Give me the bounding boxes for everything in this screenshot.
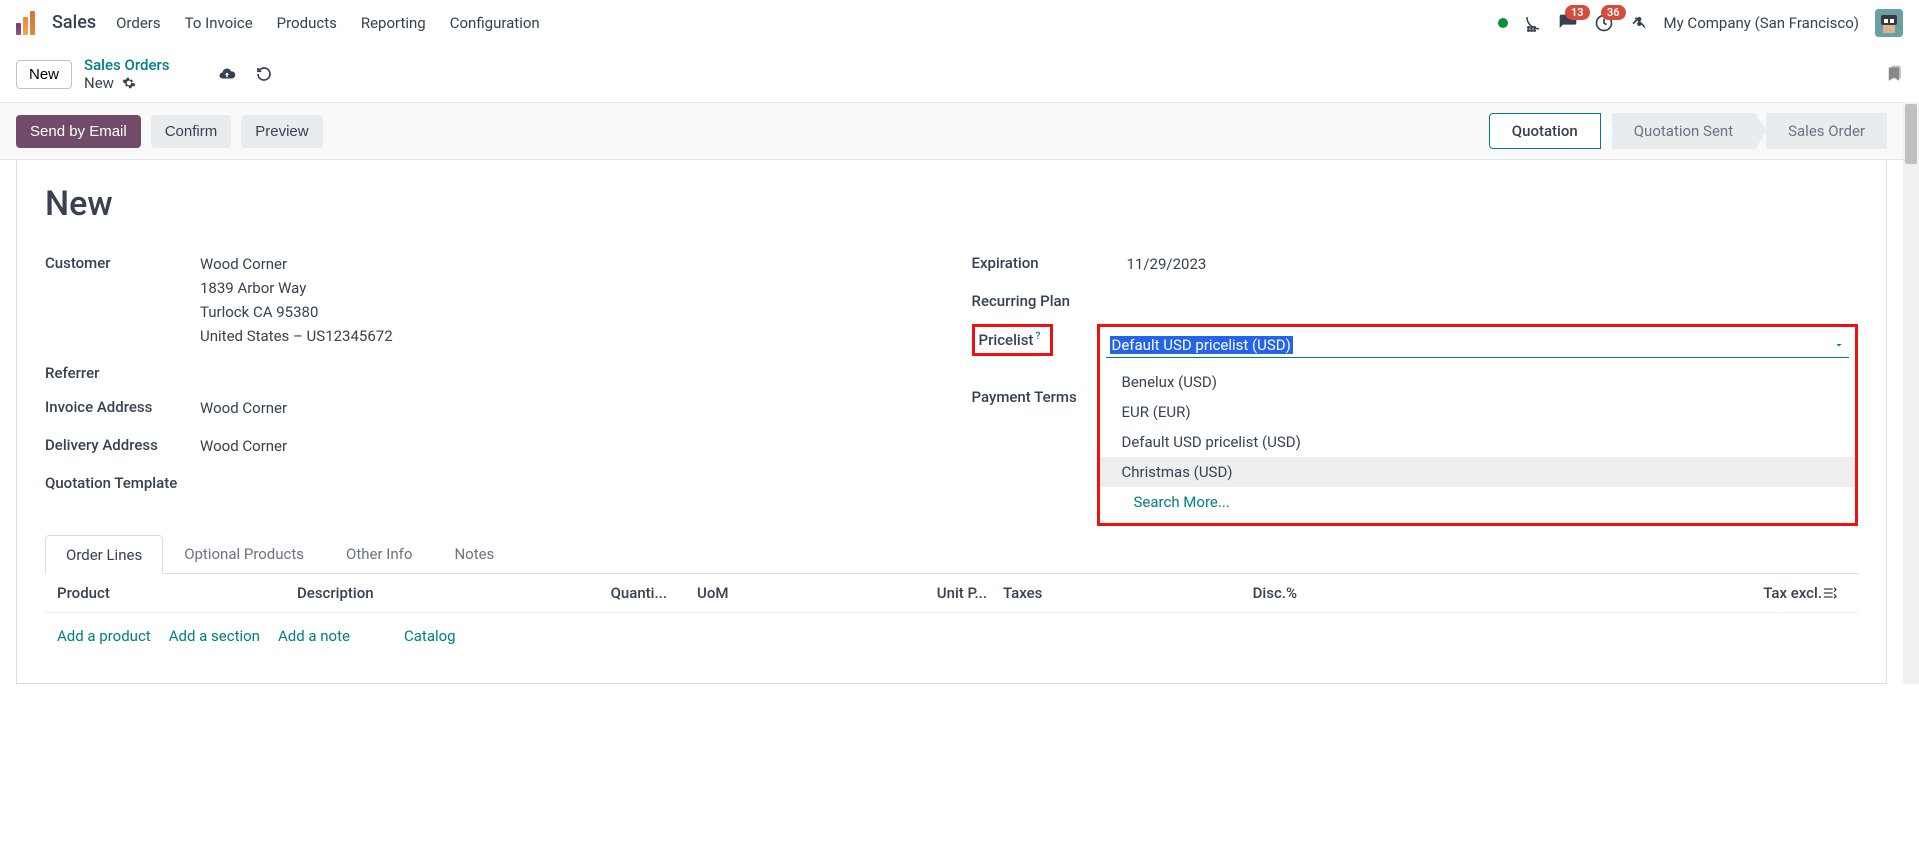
nav-to-invoice[interactable]: To Invoice bbox=[185, 14, 253, 32]
status-bar: Quotation Quotation Sent Sales Order bbox=[1489, 113, 1887, 149]
pricelist-input[interactable]: Default USD pricelist (USD) bbox=[1106, 333, 1850, 358]
status-quotation-sent[interactable]: Quotation Sent bbox=[1612, 113, 1755, 149]
bookmark-icon[interactable] bbox=[1885, 64, 1903, 84]
tools-icon[interactable] bbox=[1630, 14, 1648, 32]
pricelist-selected-value: Default USD pricelist (USD) bbox=[1110, 336, 1293, 354]
th-taxes[interactable]: Taxes bbox=[987, 584, 1227, 602]
th-tax-excl[interactable]: Tax excl. bbox=[1297, 584, 1822, 602]
nav-menu: Orders To Invoice Products Reporting Con… bbox=[116, 14, 540, 32]
pricelist-option[interactable]: EUR (EUR) bbox=[1100, 397, 1856, 427]
presence-indicator-icon bbox=[1498, 18, 1508, 28]
tab-notes[interactable]: Notes bbox=[433, 534, 515, 573]
company-switcher[interactable]: My Company (San Francisco) bbox=[1664, 14, 1859, 32]
delivery-address-value[interactable]: Wood Corner bbox=[200, 434, 287, 458]
add-section-link[interactable]: Add a section bbox=[169, 627, 260, 645]
pricelist-dropdown-menu: Default USD pricelist (USD) Benelux (USD… bbox=[1097, 324, 1859, 526]
send-email-button[interactable]: Send by Email bbox=[16, 115, 141, 148]
columns-settings-icon[interactable] bbox=[1822, 585, 1846, 601]
nav-configuration[interactable]: Configuration bbox=[450, 14, 540, 32]
pricelist-label-highlight: Pricelist? bbox=[972, 324, 1054, 356]
app-logo-icon[interactable] bbox=[16, 11, 40, 35]
pricelist-search-more[interactable]: Search More... bbox=[1100, 487, 1856, 517]
pricelist-option[interactable]: Default USD pricelist (USD) bbox=[1100, 427, 1856, 457]
tab-optional-products[interactable]: Optional Products bbox=[163, 534, 325, 573]
catalog-link[interactable]: Catalog bbox=[404, 627, 456, 645]
action-bar: Send by Email Confirm Preview Quotation … bbox=[0, 102, 1903, 160]
order-lines-table-header: Product Description Quanti... UoM Unit P… bbox=[45, 574, 1858, 613]
messages-icon[interactable]: 13 bbox=[1558, 13, 1578, 33]
th-discount[interactable]: Disc.% bbox=[1227, 584, 1297, 602]
add-product-link[interactable]: Add a product bbox=[57, 627, 151, 645]
undo-icon[interactable] bbox=[256, 66, 272, 82]
activities-badge: 36 bbox=[1601, 5, 1626, 20]
record-title: New bbox=[45, 184, 1858, 224]
app-name[interactable]: Sales bbox=[52, 12, 96, 33]
top-navbar: Sales Orders To Invoice Products Reporti… bbox=[0, 0, 1919, 46]
invoice-address-value[interactable]: Wood Corner bbox=[200, 396, 287, 420]
breadcrumb-current: New bbox=[84, 74, 114, 92]
customer-name: Wood Corner bbox=[200, 252, 393, 276]
cloud-upload-icon[interactable] bbox=[218, 65, 236, 83]
pricelist-option[interactable]: Christmas (USD) bbox=[1100, 457, 1856, 487]
nav-orders[interactable]: Orders bbox=[116, 14, 161, 32]
activities-icon[interactable]: 36 bbox=[1594, 13, 1614, 33]
status-quotation[interactable]: Quotation bbox=[1489, 113, 1601, 149]
customer-city: Turlock CA 95380 bbox=[200, 300, 393, 324]
user-avatar[interactable] bbox=[1875, 9, 1903, 37]
th-quantity[interactable]: Quanti... bbox=[557, 584, 667, 602]
invoice-address-label: Invoice Address bbox=[45, 396, 200, 416]
add-note-link[interactable]: Add a note bbox=[278, 627, 350, 645]
customer-label: Customer bbox=[45, 252, 200, 272]
expiration-value[interactable]: 11/29/2023 bbox=[1127, 252, 1207, 276]
preview-button[interactable]: Preview bbox=[241, 115, 322, 148]
form-left-column: Customer Wood Corner 1839 Arbor Way Turl… bbox=[45, 252, 932, 506]
nav-reporting[interactable]: Reporting bbox=[361, 14, 426, 32]
messages-badge: 13 bbox=[1565, 5, 1590, 20]
breadcrumb-parent-link[interactable]: Sales Orders bbox=[84, 56, 169, 74]
th-uom[interactable]: UoM bbox=[667, 584, 897, 602]
pricelist-label: Pricelist bbox=[979, 331, 1034, 349]
customer-country: United States – US12345672 bbox=[200, 324, 393, 348]
gear-icon[interactable] bbox=[122, 76, 136, 90]
help-icon[interactable]: ? bbox=[1035, 331, 1040, 342]
dialpad-icon[interactable] bbox=[1524, 14, 1542, 32]
recurring-plan-label: Recurring Plan bbox=[972, 290, 1127, 310]
customer-value[interactable]: Wood Corner 1839 Arbor Way Turlock CA 95… bbox=[200, 252, 393, 348]
order-lines-actions: Add a product Add a section Add a note C… bbox=[45, 613, 1858, 659]
form-right-column: Expiration 11/29/2023 Recurring Plan Pri… bbox=[972, 252, 1859, 506]
tab-order-lines[interactable]: Order Lines bbox=[45, 535, 163, 574]
form-sheet: New Customer Wood Corner 1839 Arbor Way … bbox=[16, 160, 1887, 684]
tabs: Order Lines Optional Products Other Info… bbox=[45, 534, 1858, 574]
th-product[interactable]: Product bbox=[57, 584, 297, 602]
pricelist-option[interactable]: Benelux (USD) bbox=[1100, 367, 1856, 397]
confirm-button[interactable]: Confirm bbox=[151, 115, 232, 148]
expiration-label: Expiration bbox=[972, 252, 1127, 272]
status-sales-order[interactable]: Sales Order bbox=[1766, 113, 1887, 149]
scrollbar-thumb[interactable] bbox=[1905, 104, 1917, 164]
nav-products[interactable]: Products bbox=[277, 14, 337, 32]
th-description[interactable]: Description bbox=[297, 584, 557, 602]
new-button[interactable]: New bbox=[16, 60, 72, 89]
breadcrumb-bar: New Sales Orders New bbox=[0, 46, 1919, 102]
quotation-template-label: Quotation Template bbox=[45, 472, 200, 492]
vertical-scrollbar[interactable] bbox=[1903, 102, 1919, 684]
tab-other-info[interactable]: Other Info bbox=[325, 534, 433, 573]
customer-street: 1839 Arbor Way bbox=[200, 276, 393, 300]
th-unit-price[interactable]: Unit P... bbox=[897, 584, 987, 602]
delivery-address-label: Delivery Address bbox=[45, 434, 200, 454]
referrer-label: Referrer bbox=[45, 362, 200, 382]
